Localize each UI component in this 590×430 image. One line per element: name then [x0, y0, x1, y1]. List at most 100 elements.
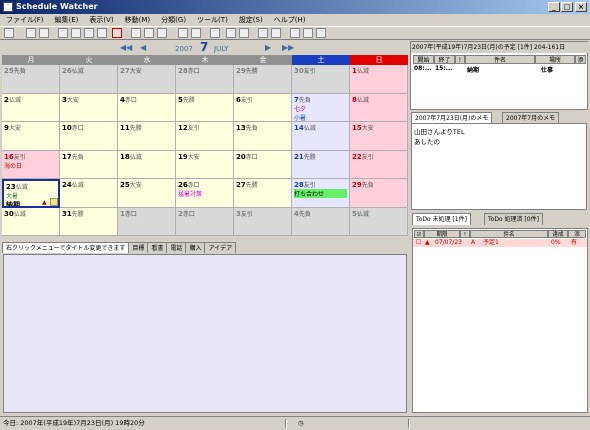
todo-col-attach[interactable]: 添 — [568, 230, 586, 238]
calendar-day[interactable]: 25大安 — [118, 179, 176, 208]
calendar-day[interactable]: 4先負 — [292, 207, 350, 236]
calendar-day[interactable]: 26仏滅 — [60, 65, 118, 94]
calendar-day[interactable]: 31先勝 — [60, 207, 118, 236]
col-start[interactable]: 開始 — [413, 55, 434, 64]
calendar-day[interactable]: 3友引 — [234, 207, 292, 236]
copy-icon[interactable] — [97, 28, 107, 38]
menu-move[interactable]: 移動(M) — [120, 14, 156, 26]
tab-read[interactable]: 看書 — [147, 242, 168, 253]
calendar-day[interactable]: 29先負 — [350, 179, 408, 208]
memo-icon[interactable] — [144, 28, 154, 38]
day-event[interactable]: 海の日 — [4, 161, 57, 170]
minimize-button[interactable]: _ — [548, 2, 560, 12]
calendar-day[interactable]: 24仏滅 — [60, 179, 118, 208]
calendar-day[interactable]: 30友引 — [292, 65, 350, 94]
col-title[interactable]: 件名 — [465, 55, 535, 64]
new-icon[interactable] — [58, 28, 68, 38]
preview-icon[interactable] — [39, 28, 49, 38]
calendar-day[interactable]: 19大安 — [176, 150, 234, 179]
calendar-day[interactable]: 26赤口 猛暑対策 — [176, 179, 234, 208]
todo-check-header[interactable]: ☑ — [414, 230, 424, 238]
menu-edit[interactable]: 編集(E) — [50, 14, 84, 26]
calendar-day[interactable]: 28友引 打ち合わせ — [292, 179, 350, 208]
menu-view[interactable]: 表示(V) — [84, 14, 118, 26]
calendar-day[interactable]: 17先負 — [60, 150, 118, 179]
next-year-icon[interactable]: ▶▶ — [282, 43, 294, 52]
layout2-icon[interactable] — [239, 28, 249, 38]
month-view-icon[interactable] — [191, 28, 201, 38]
todo-col-priority[interactable]: ! — [460, 230, 470, 238]
todo-checkbox[interactable]: ☐ — [416, 239, 421, 247]
calendar-day[interactable]: 1仏滅 — [350, 65, 408, 94]
open-icon[interactable] — [71, 28, 81, 38]
calendar-day[interactable]: 16友引 海の日 — [2, 150, 60, 179]
menu-file[interactable]: ファイル(F) — [1, 14, 49, 26]
calendar-day[interactable]: 1赤口 — [118, 207, 176, 236]
calendar-day[interactable]: 28赤口 — [176, 65, 234, 94]
calendar-day[interactable]: 13先負 — [234, 122, 292, 151]
calendar-day[interactable]: 12友引 — [176, 122, 234, 151]
delete-icon[interactable] — [112, 28, 122, 38]
day-event[interactable]: 大暑 — [6, 191, 56, 200]
day-view-icon[interactable] — [178, 28, 188, 38]
tab-title[interactable]: 右クリックメニューでタイトル変更できます — [2, 242, 130, 253]
calendar-day[interactable]: 25先負 — [2, 65, 60, 94]
calendar-day[interactable]: 15大安 — [350, 122, 408, 151]
schedule-place[interactable]: 仕事 — [541, 65, 553, 74]
close-button[interactable]: × — [575, 2, 587, 12]
settings-icon[interactable] — [316, 28, 326, 38]
prev-year-icon[interactable]: ◀◀ — [120, 43, 132, 52]
schedule-start[interactable]: 08:... — [414, 65, 432, 72]
todo-col-title[interactable]: 件名 — [470, 230, 548, 238]
calendar-day[interactable]: 27大安 — [118, 65, 176, 94]
calendar-day[interactable]: 7先負 七夕 小暑 — [292, 93, 350, 122]
day-event[interactable]: 打ち合わせ — [294, 189, 347, 198]
layout-icon[interactable] — [226, 28, 236, 38]
calendar-day[interactable]: 29先勝 — [234, 65, 292, 94]
calendar-day[interactable]: 18仏滅 — [118, 150, 176, 179]
list-view-icon[interactable] — [210, 28, 220, 38]
tab-phone[interactable]: 電話 — [166, 242, 187, 253]
calendar-day[interactable]: 8仏滅 — [350, 93, 408, 122]
calendar-day[interactable]: 2赤口 — [176, 207, 234, 236]
col-priority[interactable]: ! — [455, 55, 465, 64]
menu-help[interactable]: ヘルプ(H) — [269, 14, 311, 26]
calendar-day[interactable]: 10赤口 — [60, 122, 118, 151]
calendar-day[interactable]: 14仏滅 — [292, 122, 350, 151]
day-event[interactable]: 納期 — [6, 200, 56, 206]
col-attach[interactable]: 添 — [575, 55, 586, 64]
schedule-title[interactable]: 納期 — [467, 65, 479, 74]
calendar-day[interactable]: 20赤口 — [234, 150, 292, 179]
todo-col-progress[interactable]: 達成 — [548, 230, 568, 238]
memo-text-area[interactable] — [3, 254, 407, 413]
next-month-icon[interactable]: ▶ — [265, 43, 271, 52]
day-event[interactable]: 小暑 — [294, 113, 347, 122]
tab-purchase[interactable]: 購入 — [185, 242, 206, 253]
tab-day-memo[interactable]: 2007年7月23日(月)のメモ — [411, 112, 493, 123]
calendar-day[interactable]: 5仏滅 — [350, 207, 408, 236]
week-view-icon[interactable] — [131, 28, 141, 38]
tab-todo-done[interactable]: ToDo 処理済 [0件] — [484, 213, 543, 225]
folder-icon[interactable] — [290, 28, 300, 38]
col-end[interactable]: 終了 — [434, 55, 455, 64]
menu-tools[interactable]: ツール(T) — [192, 14, 233, 26]
calendar-day[interactable]: 2仏滅 — [2, 93, 60, 122]
calendar-day[interactable]: 22友引 — [350, 150, 408, 179]
schedule-end[interactable]: 15:... — [435, 65, 453, 72]
maximize-button[interactable]: □ — [561, 2, 573, 12]
save-icon[interactable] — [84, 28, 94, 38]
calendar-day[interactable]: 4赤口 — [118, 93, 176, 122]
home-icon[interactable] — [4, 28, 14, 38]
col-place[interactable]: 場所 — [535, 55, 575, 64]
window-icon[interactable] — [258, 28, 268, 38]
print-icon[interactable] — [26, 28, 36, 38]
todo-col-due[interactable]: 期限 — [424, 230, 460, 238]
menu-settings[interactable]: 設定(S) — [234, 14, 268, 26]
tab-goal[interactable]: 目標 — [128, 242, 149, 253]
menu-category[interactable]: 分類(G) — [156, 14, 191, 26]
calendar-day[interactable]: 3大安 — [60, 93, 118, 122]
prev-month-icon[interactable]: ◀ — [140, 43, 146, 52]
todo-icon[interactable] — [157, 28, 167, 38]
tab-month-memo[interactable]: 2007年7月のメモ — [502, 112, 560, 123]
tab-idea[interactable]: アイデア — [204, 242, 237, 253]
